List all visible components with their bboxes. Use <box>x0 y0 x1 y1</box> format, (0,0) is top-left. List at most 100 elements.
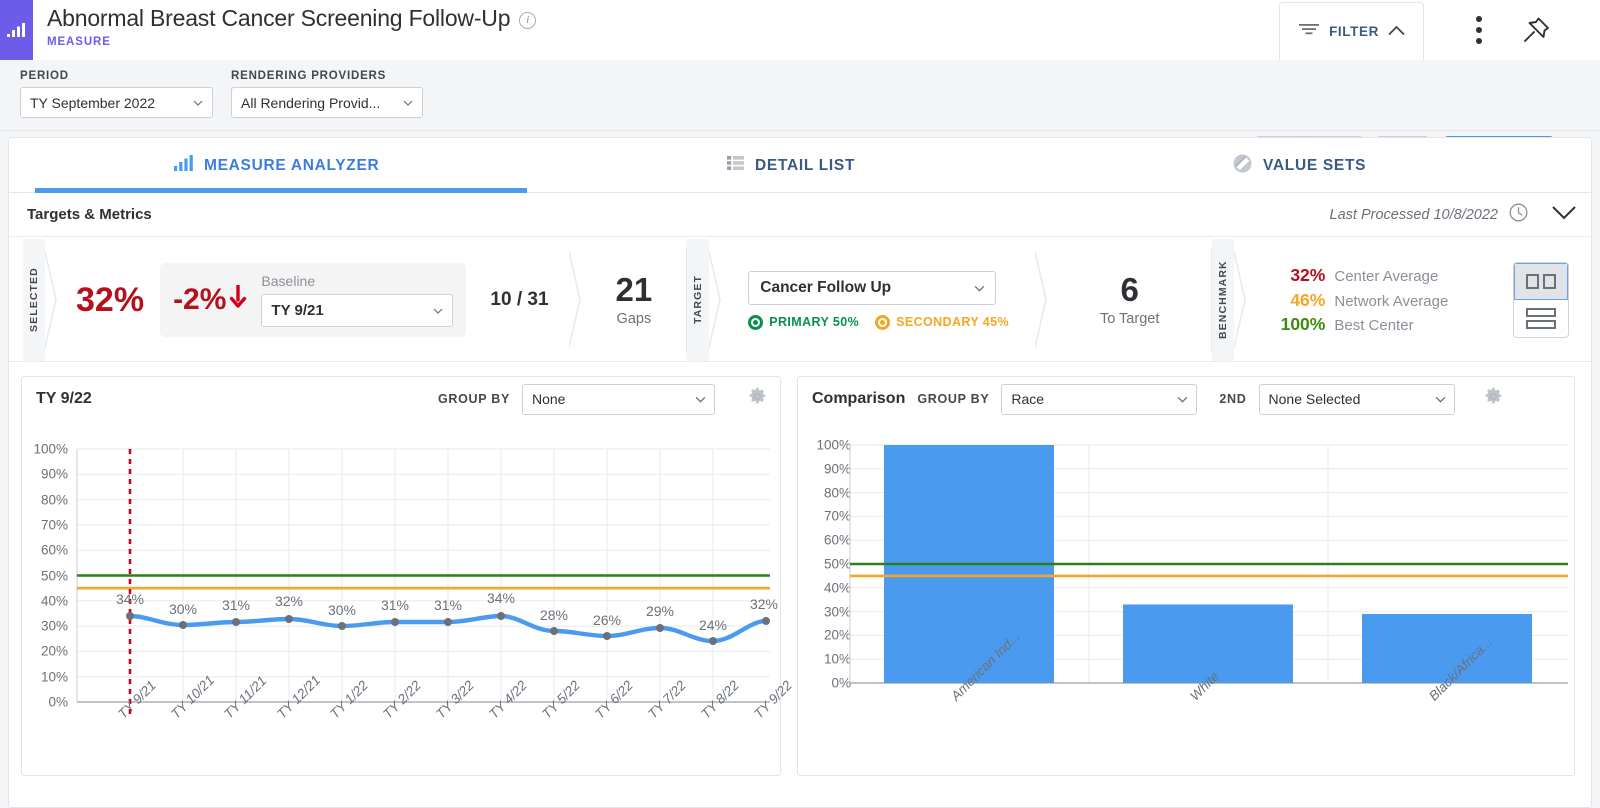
list-icon <box>727 155 744 176</box>
data-label: 34% <box>116 591 144 607</box>
data-label: 30% <box>169 601 197 617</box>
group-by-label: GROUP BY <box>438 392 510 406</box>
comparison-plot: 100% 90% 80% 70% 60% 50% 40% 30% 20% 10%… <box>798 421 1574 777</box>
tab-bar: MEASURE ANALYZER DETAIL LIST <box>9 138 1591 193</box>
collapse-section-icon[interactable] <box>1551 205 1577 225</box>
period-value: TY September 2022 <box>30 95 193 111</box>
benchmark-rail-label: BENCHMARK <box>1212 239 1234 361</box>
rail-arrow <box>1234 239 1247 361</box>
gaps-label: Gaps <box>617 311 652 327</box>
data-label: 24% <box>699 617 727 633</box>
filter-panel-tab[interactable]: FILTER <box>1279 2 1424 60</box>
trend-plot: 100% 90% 80% 70% 60% 50% 40% 30% 20% 10%… <box>22 421 780 777</box>
to-target-label: To Target <box>1100 311 1159 327</box>
comparison-panel: Comparison GROUP BY Race 2ND None Select… <box>797 376 1575 776</box>
secondary-target-legend: SECONDARY 45% <box>875 315 1009 330</box>
baseline-value: TY 9/21 <box>271 302 433 319</box>
filter-lines-icon <box>1298 22 1320 41</box>
page-title: Abnormal Breast Cancer Screening Follow-… <box>47 5 510 32</box>
baseline-select[interactable]: TY 9/21 <box>261 294 453 327</box>
rail-arrow <box>1035 239 1048 361</box>
rail-arrow <box>45 239 58 361</box>
tab-detail-list[interactable]: DETAIL LIST <box>727 138 855 193</box>
trend-panel-header: TY 9/22 GROUP BY None <box>22 377 780 421</box>
filter-bar: PERIOD TY September 2022 RENDERING PROVI… <box>0 60 1600 131</box>
secondary-target-dot-icon <box>875 315 890 330</box>
side-by-side-view-icon[interactable] <box>1514 263 1568 300</box>
to-target-value: 6 <box>1120 273 1138 306</box>
data-label: 32% <box>750 596 778 612</box>
data-label: 31% <box>222 597 250 613</box>
pin-icon[interactable] <box>1518 12 1554 48</box>
trend-group-by-select[interactable]: None <box>522 384 715 415</box>
target-rail-label: TARGET <box>687 239 709 361</box>
gaps-segment: 21 Gaps <box>582 239 687 361</box>
selected-rail-label: SELECTED <box>23 239 45 361</box>
tab-label: DETAIL LIST <box>755 157 855 175</box>
targets-metrics-title: Targets & Metrics <box>27 206 152 223</box>
chevron-down-icon <box>193 98 203 108</box>
benchmark-row: 32% Center Average <box>1271 263 1438 288</box>
filter-tab-label: FILTER <box>1329 24 1379 39</box>
view-toggle-segment <box>1513 239 1591 361</box>
metrics-strip: SELECTED 32% -2% Baseline <box>9 237 1591 362</box>
to-target-segment: 6 To Target <box>1048 239 1211 361</box>
trend-group-by-value: None <box>532 391 695 407</box>
tab-measure-analyzer[interactable]: MEASURE ANALYZER <box>174 138 379 193</box>
providers-select[interactable]: All Rendering Provid... <box>231 87 423 118</box>
comparison-group-by-value: Race <box>1011 391 1177 407</box>
benchmark-value: 100% <box>1271 312 1325 337</box>
chevron-down-icon <box>974 283 984 293</box>
view-toggle <box>1513 262 1569 338</box>
measure-analyzer-app: Abnormal Breast Cancer Screening Follow-… <box>0 0 1600 808</box>
info-icon[interactable]: i <box>519 12 536 29</box>
chevron-down-icon <box>1435 394 1445 404</box>
data-label: 31% <box>434 597 462 613</box>
data-label: 30% <box>328 602 356 618</box>
active-tab-indicator <box>35 188 527 193</box>
baseline-caption: Baseline <box>261 273 453 289</box>
gear-icon[interactable] <box>1483 386 1504 412</box>
chevron-down-icon <box>695 394 705 404</box>
more-vertical-icon[interactable] <box>1464 10 1494 50</box>
delta-value: -2% <box>173 283 248 317</box>
trend-panel-title: TY 9/22 <box>36 390 92 408</box>
page-subtitle: MEASURE <box>47 36 536 48</box>
gaps-value: 21 <box>616 273 653 306</box>
selected-value-segment: 32% <box>58 239 160 361</box>
group-by-label: GROUP BY <box>917 392 989 406</box>
arrow-down-icon <box>228 283 248 317</box>
selected-percent: 32% <box>76 281 144 320</box>
title-block: Abnormal Breast Cancer Screening Follow-… <box>33 0 536 48</box>
period-select[interactable]: TY September 2022 <box>20 87 213 118</box>
data-label: 34% <box>487 590 515 606</box>
clock-icon <box>1509 203 1528 227</box>
tab-value-sets[interactable]: VALUE SETS <box>1233 138 1366 193</box>
data-label: 31% <box>381 597 409 613</box>
benchmark-row: 100% Best Center <box>1271 312 1413 337</box>
baseline-box: -2% Baseline TY 9/21 <box>160 263 466 337</box>
primary-target-legend: PRIMARY 50% <box>748 315 859 330</box>
baseline-segment: -2% Baseline TY 9/21 <box>160 239 466 361</box>
data-label: 32% <box>275 593 303 609</box>
ratio-segment: 10 / 31 <box>466 239 568 361</box>
comparison-second-select[interactable]: None Selected <box>1259 384 1455 415</box>
data-label: 29% <box>646 603 674 619</box>
gear-icon[interactable] <box>747 386 768 412</box>
benchmark-row: 46% Network Average <box>1271 288 1448 313</box>
period-field: PERIOD TY September 2022 <box>20 70 213 118</box>
benchmark-value: 46% <box>1271 288 1325 313</box>
benchmark-label: Best Center <box>1334 315 1413 336</box>
chevron-up-icon <box>1388 23 1405 41</box>
target-select[interactable]: Cancer Follow Up <box>748 271 996 305</box>
stacked-view-icon[interactable] <box>1514 300 1568 337</box>
target-value: Cancer Follow Up <box>760 279 974 297</box>
measure-chart-icon <box>0 0 33 60</box>
comparison-group-by-select[interactable]: Race <box>1001 384 1197 415</box>
tab-label: MEASURE ANALYZER <box>204 157 379 175</box>
chevron-down-icon <box>403 98 413 108</box>
comparison-panel-title: Comparison <box>812 390 905 408</box>
chevron-down-icon <box>1177 394 1187 404</box>
trend-panel: TY 9/22 GROUP BY None <box>21 376 781 776</box>
ratio-value: 10 / 31 <box>490 289 548 311</box>
